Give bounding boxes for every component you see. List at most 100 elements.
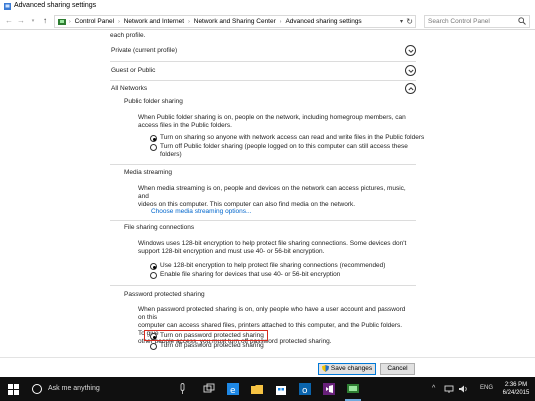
cortana-search-box[interactable]: Ask me anything bbox=[48, 385, 100, 392]
search-placeholder: Search Control Panel bbox=[428, 18, 490, 25]
expand-chevron-icon[interactable] bbox=[405, 45, 416, 56]
system-clock[interactable]: 2:36 PM 6/24/2015 bbox=[501, 381, 531, 397]
profile-all-networks[interactable]: All Networks bbox=[110, 83, 416, 97]
input-language-indicator[interactable]: ENG bbox=[480, 385, 493, 391]
description-line: support 128-bit encryption and must use … bbox=[138, 248, 325, 255]
visual-studio-button[interactable] bbox=[318, 377, 340, 401]
control-panel-taskbar-button[interactable] bbox=[342, 377, 364, 401]
settings-panel: each profile. Private (current profile) … bbox=[0, 30, 535, 357]
media-streaming-description: When media streaming is on, people and d… bbox=[138, 185, 408, 209]
radio-button-selected[interactable] bbox=[150, 333, 157, 340]
breadcrumb: › Control Panel › Network and Internet › Netw… bbox=[69, 18, 362, 25]
radio-button-selected[interactable] bbox=[150, 263, 157, 270]
radio-button[interactable] bbox=[150, 272, 157, 279]
radio-label[interactable]: Turn on sharing so anyone with network a… bbox=[160, 134, 424, 142]
media-streaming-options-link[interactable]: Choose media streaming options... bbox=[151, 208, 251, 215]
file-sharing-description: Windows uses 128-bit encryption to help … bbox=[138, 240, 408, 256]
outlook-icon: o bbox=[299, 383, 311, 395]
outlook-button[interactable]: o bbox=[294, 377, 316, 401]
dialog-footer: Save changes Cancel bbox=[0, 357, 535, 377]
divider bbox=[110, 164, 416, 165]
edge-browser-icon: e bbox=[227, 383, 239, 395]
network-icon[interactable] bbox=[444, 384, 454, 394]
chevron-right-icon[interactable]: › bbox=[280, 19, 282, 25]
folder-icon bbox=[251, 385, 263, 394]
control-panel-taskbar-icon bbox=[347, 384, 359, 393]
radio-label[interactable]: Use 128-bit encryption to help protect f… bbox=[160, 262, 385, 270]
task-view-icon bbox=[203, 383, 215, 393]
svg-text:o: o bbox=[302, 386, 308, 395]
public-folder-description: When Public folder sharing is on, people… bbox=[138, 114, 408, 130]
address-bar: ← → ▾ ↑ › Control Panel › Network and Inter… bbox=[0, 13, 535, 30]
profile-private[interactable]: Private (current profile) bbox=[110, 45, 416, 59]
search-icon bbox=[518, 17, 526, 25]
task-view-button[interactable] bbox=[198, 377, 220, 401]
profile-all-networks-label: All Networks bbox=[111, 85, 148, 92]
radio-label[interactable]: Enable file sharing for devices that use… bbox=[160, 271, 340, 279]
description-line: When Public folder sharing is on, people… bbox=[138, 114, 406, 121]
section-title-public-folder: Public folder sharing bbox=[124, 98, 183, 105]
description-line: When password protected sharing is on, o… bbox=[138, 306, 406, 321]
intro-text: each profile. bbox=[110, 32, 146, 39]
divider bbox=[110, 61, 416, 62]
radio-label[interactable]: Turn off Public folder sharing (people l… bbox=[160, 143, 408, 151]
radio-label-continued[interactable]: folders) bbox=[160, 151, 182, 159]
up-arrow-icon[interactable]: ↑ bbox=[40, 16, 50, 26]
search-input[interactable]: Search Control Panel bbox=[424, 15, 530, 28]
volume-icon[interactable] bbox=[458, 384, 468, 394]
collapse-chevron-icon[interactable] bbox=[405, 83, 416, 94]
divider bbox=[110, 285, 416, 286]
description-line: When media streaming is on, people and d… bbox=[138, 185, 406, 200]
radio-button[interactable] bbox=[150, 343, 157, 350]
radio-label[interactable]: Turn off password protected sharing bbox=[160, 342, 264, 350]
control-panel-icon bbox=[58, 19, 66, 25]
windows-start-icon[interactable] bbox=[8, 384, 19, 395]
file-explorer-button[interactable] bbox=[246, 377, 268, 401]
store-bag-icon bbox=[276, 386, 286, 395]
back-arrow-icon[interactable]: ← bbox=[4, 16, 14, 26]
radio-button[interactable] bbox=[150, 144, 157, 151]
network-sharing-icon bbox=[4, 3, 11, 10]
clock-time: 2:36 PM bbox=[504, 382, 528, 388]
taskbar: Ask me anything e o ^ ENG 2:36 PM 6/24/2… bbox=[0, 377, 535, 401]
section-title-media-streaming: Media streaming bbox=[124, 169, 173, 176]
svg-text:e: e bbox=[230, 386, 236, 395]
breadcrumb-control-panel[interactable]: Control Panel bbox=[75, 18, 114, 25]
refresh-icon[interactable]: ↻ bbox=[406, 17, 413, 26]
breadcrumb-network-sharing-center[interactable]: Network and Sharing Center bbox=[194, 18, 276, 25]
save-changes-button[interactable]: Save changes bbox=[318, 363, 376, 375]
profile-guest-public[interactable]: Guest or Public bbox=[110, 65, 416, 79]
save-changes-label: Save changes bbox=[330, 365, 373, 372]
store-button[interactable] bbox=[270, 377, 292, 401]
section-title-file-sharing: File sharing connections bbox=[124, 224, 195, 231]
edge-browser-button[interactable]: e bbox=[222, 377, 244, 401]
address-box[interactable]: › Control Panel › Network and Internet › Netw… bbox=[54, 15, 416, 28]
chevron-right-icon: › bbox=[69, 19, 71, 25]
chevron-right-icon[interactable]: › bbox=[118, 19, 120, 25]
title-bar: Advanced sharing settings bbox=[0, 0, 535, 13]
visual-studio-icon bbox=[323, 383, 335, 395]
profile-private-label: Private (current profile) bbox=[111, 47, 178, 54]
forward-arrow-icon[interactable]: → bbox=[16, 16, 26, 26]
section-title-password-sharing: Password protected sharing bbox=[124, 291, 205, 298]
divider bbox=[110, 80, 416, 81]
cancel-button[interactable]: Cancel bbox=[380, 363, 415, 375]
chevron-right-icon[interactable]: › bbox=[188, 19, 190, 25]
radio-button-selected[interactable] bbox=[150, 135, 157, 142]
address-dropdown-icon[interactable]: ▾ bbox=[400, 18, 403, 25]
uac-shield-icon bbox=[321, 364, 329, 372]
breadcrumb-network-and-internet[interactable]: Network and Internet bbox=[124, 18, 184, 25]
breadcrumb-advanced-sharing[interactable]: Advanced sharing settings bbox=[285, 18, 361, 25]
description-line: Windows uses 128-bit encryption to help … bbox=[138, 240, 407, 247]
clock-date: 6/24/2015 bbox=[502, 390, 530, 396]
window-title: Advanced sharing settings bbox=[14, 2, 97, 9]
description-line: access files in the Public folders. bbox=[138, 122, 232, 129]
show-hidden-icons-icon[interactable]: ^ bbox=[432, 385, 435, 392]
cortana-icon[interactable] bbox=[32, 384, 42, 394]
recent-locations-chevron-icon[interactable]: ▾ bbox=[28, 16, 38, 26]
microphone-icon[interactable] bbox=[179, 383, 186, 395]
radio-label[interactable]: Turn on password protected sharing bbox=[160, 332, 264, 340]
profile-guest-label: Guest or Public bbox=[111, 67, 156, 74]
divider bbox=[110, 220, 416, 221]
expand-chevron-icon[interactable] bbox=[405, 65, 416, 76]
